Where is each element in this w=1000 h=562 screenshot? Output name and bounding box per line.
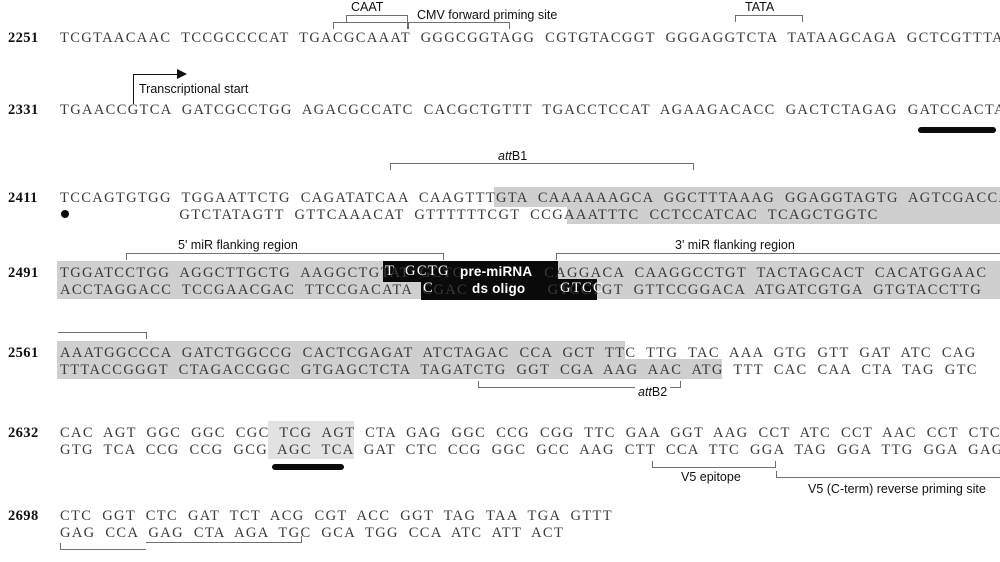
bracket-caat	[346, 15, 408, 22]
top-strand-2561: AAATGGCCCA GATCTGGCCG CACTCGAGAT ATCTAGA…	[60, 345, 977, 361]
feature-label-cmv-forward: CMV forward priming site	[414, 8, 561, 22]
coordinate-label-2561: 2561	[8, 345, 39, 361]
primer-bar-2632	[272, 464, 344, 470]
primer-bar-bgh-start	[918, 127, 996, 133]
bracket-5p-mir-flanking	[126, 253, 444, 260]
coordinate-label-2411: 2411	[8, 190, 38, 206]
bracket-bgh-reverse-priming	[146, 536, 302, 543]
bracket-v5-reverse-priming	[776, 471, 1000, 478]
top-strand-2331: TGAACCGTCA GATCGCCTGG AGACGCCATC CACGCTG…	[60, 102, 1000, 118]
transcriptional-start-arrowhead	[177, 69, 187, 79]
coordinate-label-2251: 2251	[8, 30, 39, 46]
bottom-strand-2698: GAG CCA GAG CTA AGA TGC GCA TGG CCA ATC …	[60, 525, 565, 541]
transcriptional-start-vertical	[133, 74, 134, 104]
bracket-cmv-forward	[408, 22, 510, 29]
bracket-v5-reverse-priming-continued	[60, 543, 146, 550]
top-strand-2698: CTC GGT CTC GAT TCT ACG CGT ACC GGT TAG …	[60, 508, 613, 524]
bottom-strand-2561: TTTACCGGGT CTAGACCGGC GTGAGCTCTA TAGATCT…	[60, 362, 978, 378]
feature-label-caat: CAAT	[348, 0, 387, 14]
top-strand-2411: TCCAGTGTGG TGGAATTCTG CAGATATCAA CAAGTTT…	[60, 190, 1000, 206]
feature-label-v5-epitope: V5 epitope	[678, 470, 744, 484]
transcriptional-start-horizontal	[133, 74, 179, 75]
coordinate-label-2698: 2698	[8, 508, 39, 524]
bracket-tata	[735, 15, 803, 22]
attb1-italic-part: att	[498, 149, 512, 163]
bracket-v5-epitope	[652, 461, 776, 468]
bracket-caat-outer	[333, 22, 408, 29]
coordinate-label-2632: 2632	[8, 425, 39, 441]
bottom-strand-2411: GTCTATAGTT GTTCAAACAT GTTTTTTCGT CCGAAAT…	[60, 207, 879, 223]
top-strand-2251: TCGTAACAAC TCCGCCCCAT TGACGCAAAT GGGCGGT…	[60, 30, 1000, 46]
sequence-map: 2251 TCGTAACAAC TCCGCCCCAT TGACGCAAAT GG…	[0, 0, 1000, 562]
coordinate-label-2331: 2331	[8, 102, 39, 118]
feature-label-transcriptional-start: Transcriptional start	[139, 82, 249, 96]
bracket-attb1	[390, 163, 694, 170]
attb2-plain-part: B2	[651, 385, 668, 399]
oligo-bottom-flank-bases: GTCC	[560, 280, 605, 296]
top-strand-2632: CAC AGT GGC GGC CGC TCG AGT CTA GAG GGC …	[60, 425, 1000, 441]
bottom-strand-2632: GTG TCA CCG CCG GCG AGC TCA GAT CTC CCG …	[60, 442, 1000, 458]
oligo-box-label-line2: ds oligo	[472, 281, 526, 296]
feature-label-v5-reverse-priming: V5 (C-term) reverse priming site	[805, 482, 989, 496]
oligo-top-flank-base: T	[385, 263, 396, 279]
oligo-box-label-line1: pre-miRNA	[460, 264, 533, 279]
coordinate-label-2491: 2491	[8, 265, 39, 281]
feature-label-tata: TATA	[742, 0, 778, 14]
feature-label-3p-mir-flanking: 3' miR flanking region	[672, 238, 798, 252]
attb1-plain-part: B1	[511, 149, 528, 163]
oligo-bottom-flank-base: C	[423, 280, 435, 296]
bracket-3p-mir-flanking-continued	[58, 332, 147, 339]
feature-label-attb2: attB2	[635, 385, 671, 399]
attb2-italic-part: att	[638, 385, 652, 399]
bracket-3p-mir-flanking	[556, 253, 1000, 260]
feature-label-attb1: attB1	[495, 149, 531, 163]
feature-label-5p-mir-flanking: 5' miR flanking region	[175, 238, 301, 252]
oligo-top-inner-bases: GCTG	[405, 263, 450, 279]
